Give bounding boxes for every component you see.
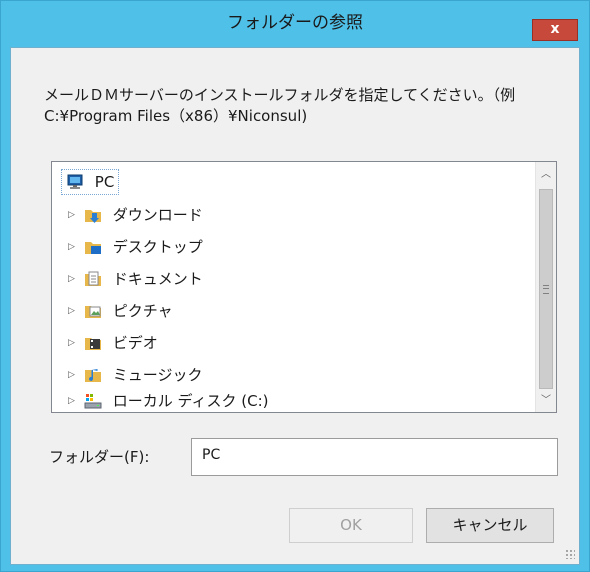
folder-tree[interactable]: PC ▷ ダウンロード ▷ デスクトップ ▷ ドキュメント ▷ ピクチャ ▷ ビ… bbox=[51, 161, 557, 413]
folder-input[interactable]: PC bbox=[191, 438, 558, 476]
pictures-folder-icon bbox=[85, 306, 101, 318]
expand-arrow-icon[interactable]: ▷ bbox=[68, 397, 76, 406]
expand-arrow-icon[interactable]: ▷ bbox=[68, 371, 76, 380]
expand-arrow-icon[interactable]: ▷ bbox=[68, 307, 76, 316]
tree-item-label: ミュージック bbox=[112, 366, 203, 384]
local-disk-icon bbox=[84, 394, 102, 409]
scroll-thumb[interactable] bbox=[539, 189, 553, 389]
resize-grip-icon[interactable] bbox=[565, 549, 575, 559]
cancel-button[interactable]: キャンセル bbox=[426, 508, 554, 543]
scroll-down-icon[interactable]: ﹀ bbox=[536, 392, 556, 410]
close-button[interactable]: x bbox=[532, 19, 578, 41]
desktop-folder-icon bbox=[85, 242, 101, 254]
tree-item-label: ローカル ディスク (C:) bbox=[112, 392, 269, 410]
instruction-line-2: C:¥Program Files（x86）¥Niconsul) bbox=[44, 107, 308, 125]
title-bar[interactable]: フォルダーの参照 x bbox=[1, 1, 589, 45]
expand-arrow-icon[interactable]: ▷ bbox=[68, 211, 76, 220]
expand-arrow-icon[interactable]: ▷ bbox=[68, 339, 76, 348]
tree-item-label: デスクトップ bbox=[112, 238, 203, 256]
tree-item-label: PC bbox=[94, 173, 115, 191]
videos-folder-icon bbox=[85, 338, 101, 350]
folder-field-label: フォルダー(F): bbox=[49, 448, 150, 466]
instruction-text: メールＤＭサーバーのインストールフォルダを指定してください。（例 C:¥Prog… bbox=[44, 85, 534, 127]
close-icon: x bbox=[550, 21, 560, 37]
music-folder-icon bbox=[85, 369, 101, 382]
downloads-folder-icon bbox=[85, 210, 101, 223]
window-title: フォルダーの参照 bbox=[227, 13, 363, 33]
tree-item-label: ドキュメント bbox=[112, 270, 203, 288]
instruction-line-1: メールＤＭサーバーのインストールフォルダを指定してください。（例 bbox=[44, 86, 516, 104]
tree-item-pc[interactable]: PC bbox=[61, 169, 120, 195]
folder-browse-dialog: フォルダーの参照 x メールＤＭサーバーのインストールフォルダを指定してください… bbox=[0, 0, 590, 572]
grip-icon bbox=[543, 285, 549, 294]
tree-scrollbar[interactable]: ︿ ﹀ bbox=[535, 162, 556, 412]
tree-item-label: ダウンロード bbox=[112, 206, 203, 224]
tree-item-label: ピクチャ bbox=[112, 302, 173, 320]
tree-item-label: ビデオ bbox=[112, 334, 158, 352]
documents-folder-icon bbox=[85, 271, 101, 286]
expand-arrow-icon[interactable]: ▷ bbox=[68, 275, 76, 284]
scroll-up-icon[interactable]: ︿ bbox=[536, 166, 556, 184]
expand-arrow-icon[interactable]: ▷ bbox=[68, 243, 76, 252]
computer-icon bbox=[67, 174, 83, 189]
ok-button[interactable]: OK bbox=[289, 508, 413, 543]
